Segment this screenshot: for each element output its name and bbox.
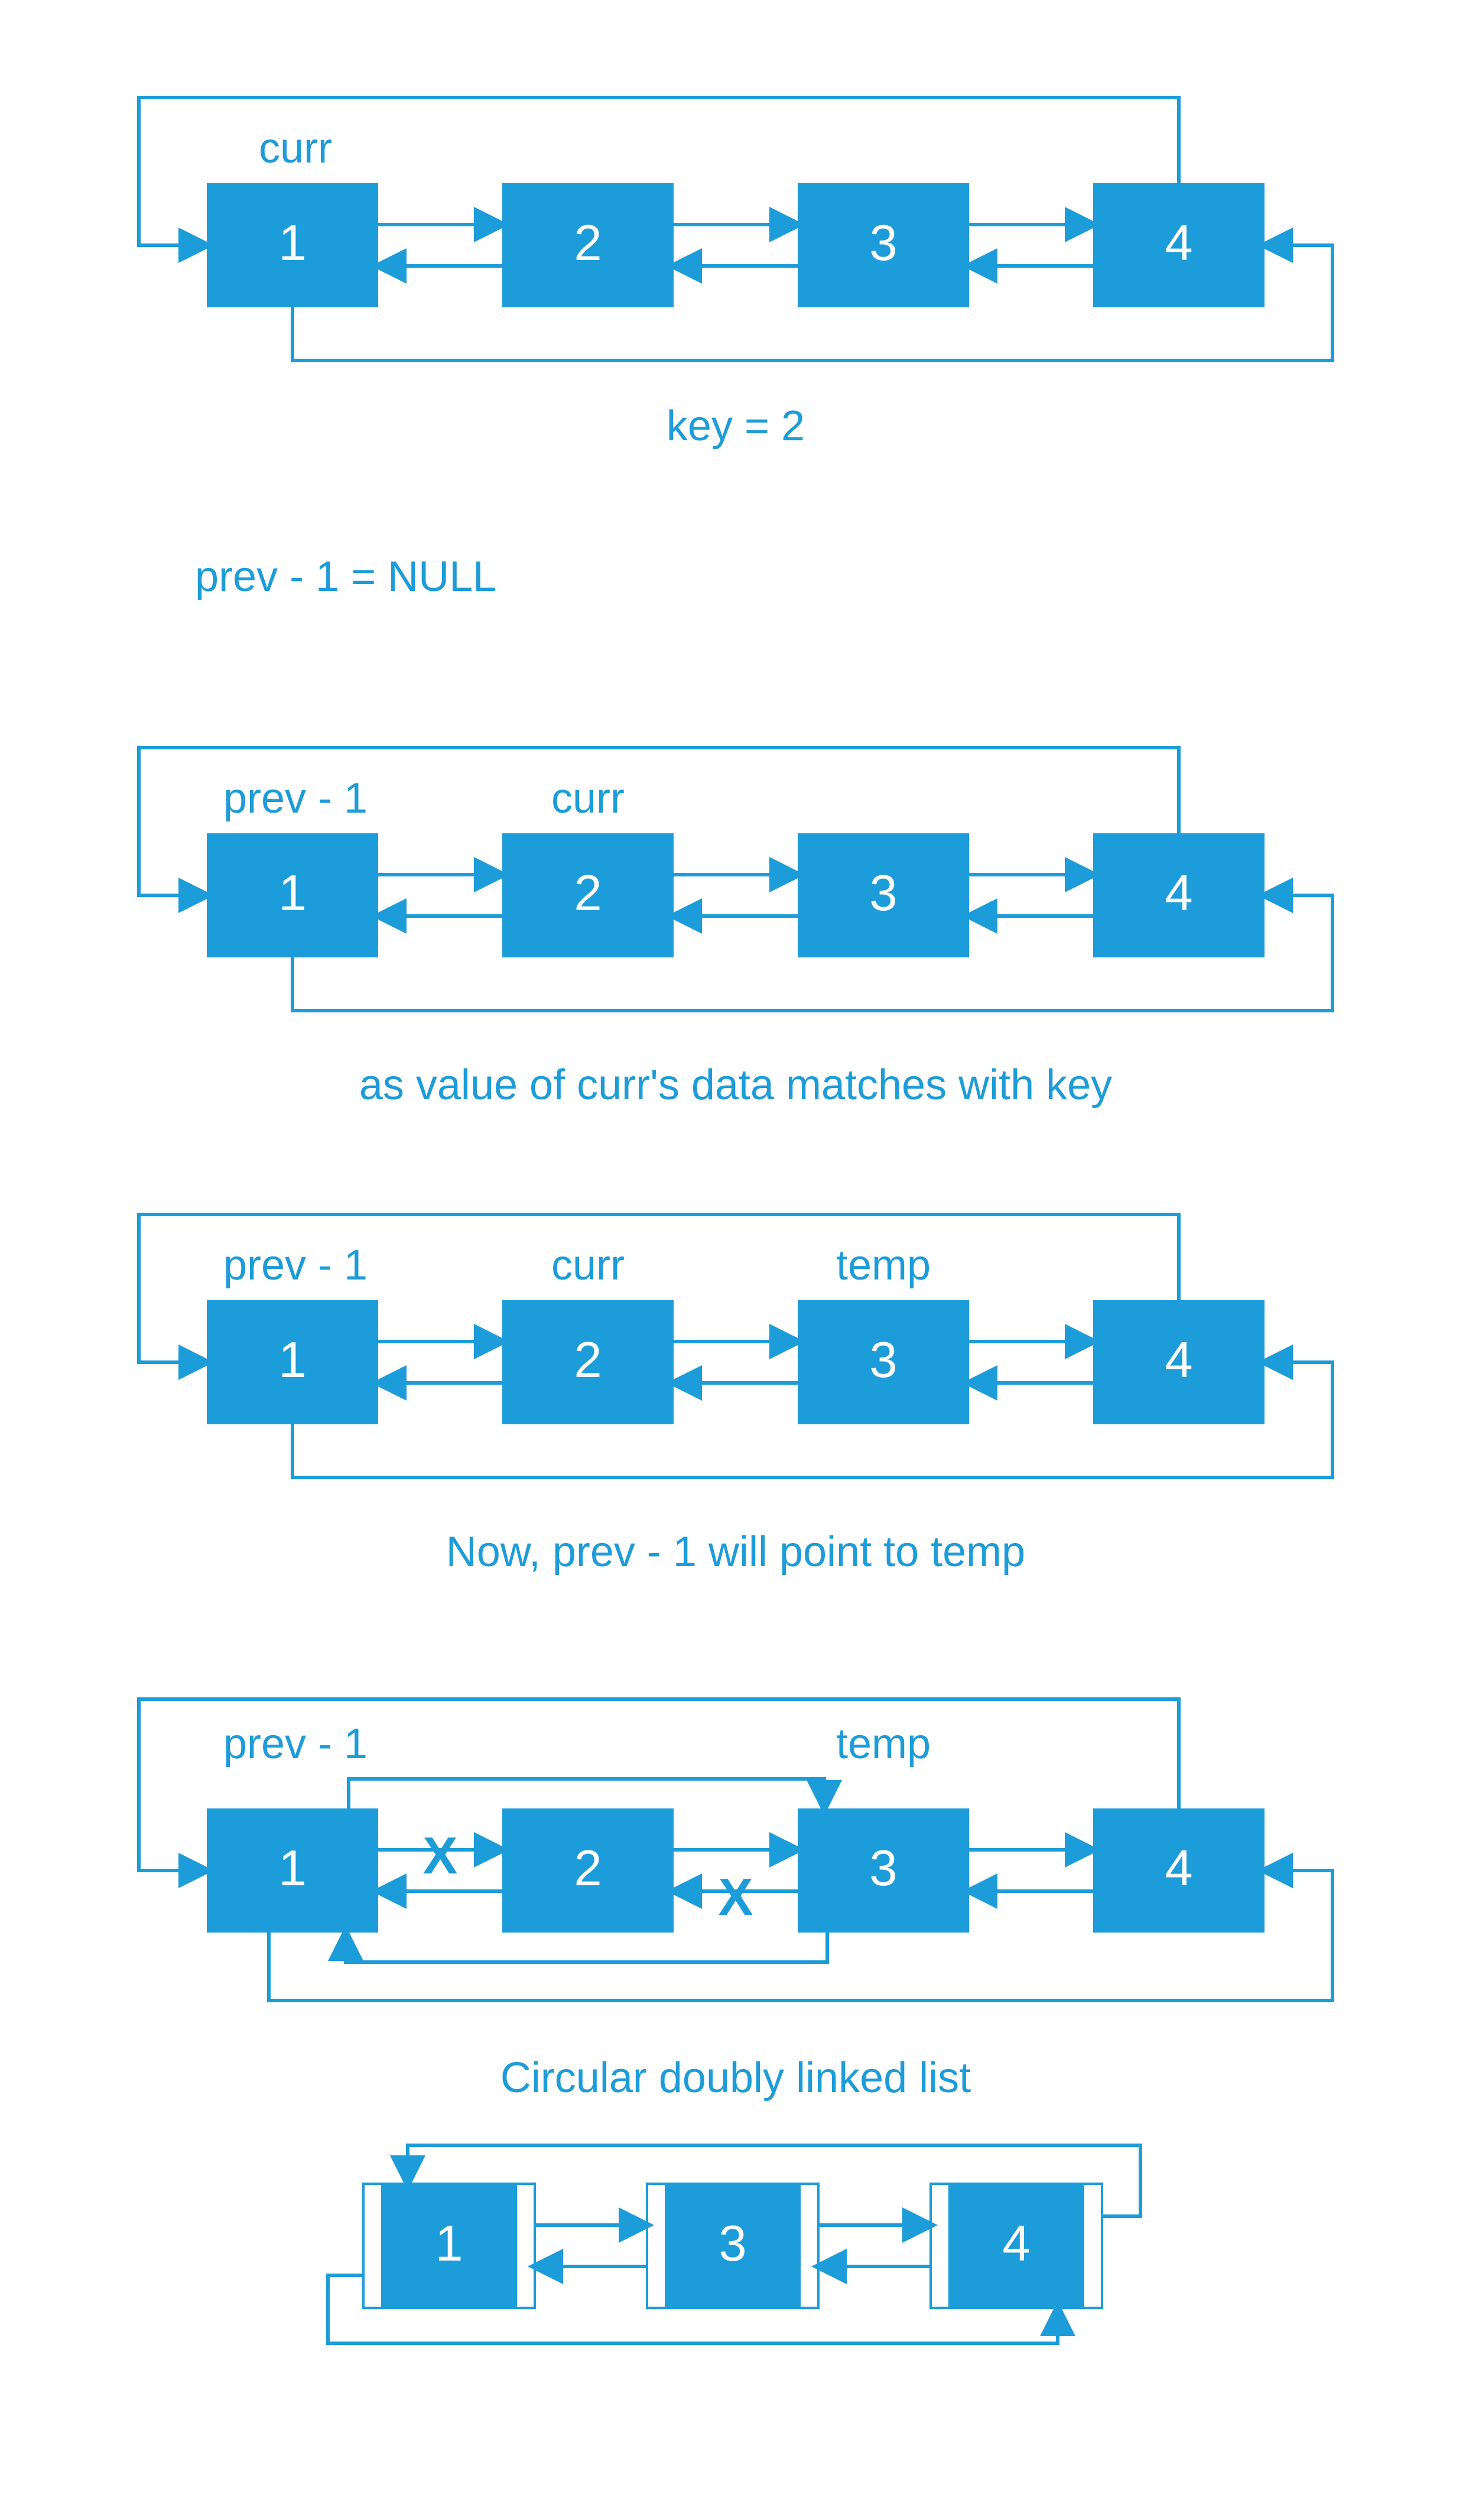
node-1-value: 1 xyxy=(435,2216,463,2272)
node-3-value: 3 xyxy=(869,215,897,271)
step2-caption: as value of curr's data matches with key xyxy=(359,1061,1112,1109)
step3-list: prev - 1 curr temp 1 2 3 4 Now, prev - 1… xyxy=(139,1214,1332,1576)
node-2-value: 2 xyxy=(574,215,602,271)
node-2-value: 2 xyxy=(574,1332,602,1388)
node-1-value: 1 xyxy=(278,1332,306,1388)
step3-caption: Now, prev - 1 will point to temp xyxy=(446,1528,1025,1576)
node-4-value: 4 xyxy=(1165,1840,1192,1897)
node-3-value: 3 xyxy=(869,1840,897,1897)
curr-label: curr xyxy=(259,125,332,172)
prev1-label: prev - 1 xyxy=(223,1242,368,1289)
curr-label: curr xyxy=(551,775,625,822)
node-1-value: 1 xyxy=(278,865,306,921)
node-3-value: 3 xyxy=(719,2216,746,2272)
node-2-value: 2 xyxy=(574,1840,602,1897)
arrow-1-to-3-new xyxy=(349,1779,824,1808)
diagram-svg: curr 1 2 3 4 key = 2 prev - 1 = NULL pre… xyxy=(0,0,1466,2520)
x-icon-1: X xyxy=(423,1826,458,1885)
step1: curr 1 2 3 4 key = 2 xyxy=(139,98,1332,450)
curr-label: curr xyxy=(551,1242,625,1289)
node-3-value: 3 xyxy=(869,1332,897,1388)
node-4-value: 4 xyxy=(1165,1332,1192,1388)
temp-label: temp xyxy=(836,1242,931,1289)
node-3-value: 3 xyxy=(869,865,897,921)
node-1-value: 1 xyxy=(278,215,306,271)
node-4-value: 4 xyxy=(1165,865,1192,921)
step2: prev - 1 = NULL xyxy=(195,553,496,600)
step2-list: prev - 1 curr 1 2 3 4 as value of curr's… xyxy=(139,748,1332,1109)
x-icon-2: X xyxy=(719,1868,753,1926)
prev-null-label: prev - 1 = NULL xyxy=(195,553,496,600)
temp-label: temp xyxy=(836,1720,931,1768)
step4-caption: Circular doubly linked list xyxy=(500,2054,971,2102)
step4-list: prev - 1 temp 1 2 3 4 X X Circular doubl… xyxy=(139,1699,1332,2102)
prev1-label: prev - 1 xyxy=(223,775,368,822)
node-1-value: 1 xyxy=(278,1840,306,1897)
node-2-value: 2 xyxy=(574,865,602,921)
arrow-3-to-1-new xyxy=(346,1933,827,1962)
step5-list: 1 3 4 xyxy=(328,2145,1140,2343)
node-4-value: 4 xyxy=(1002,2216,1030,2272)
key-label: key = 2 xyxy=(667,402,805,450)
node-4-value: 4 xyxy=(1165,215,1192,271)
prev1-label: prev - 1 xyxy=(223,1720,368,1768)
